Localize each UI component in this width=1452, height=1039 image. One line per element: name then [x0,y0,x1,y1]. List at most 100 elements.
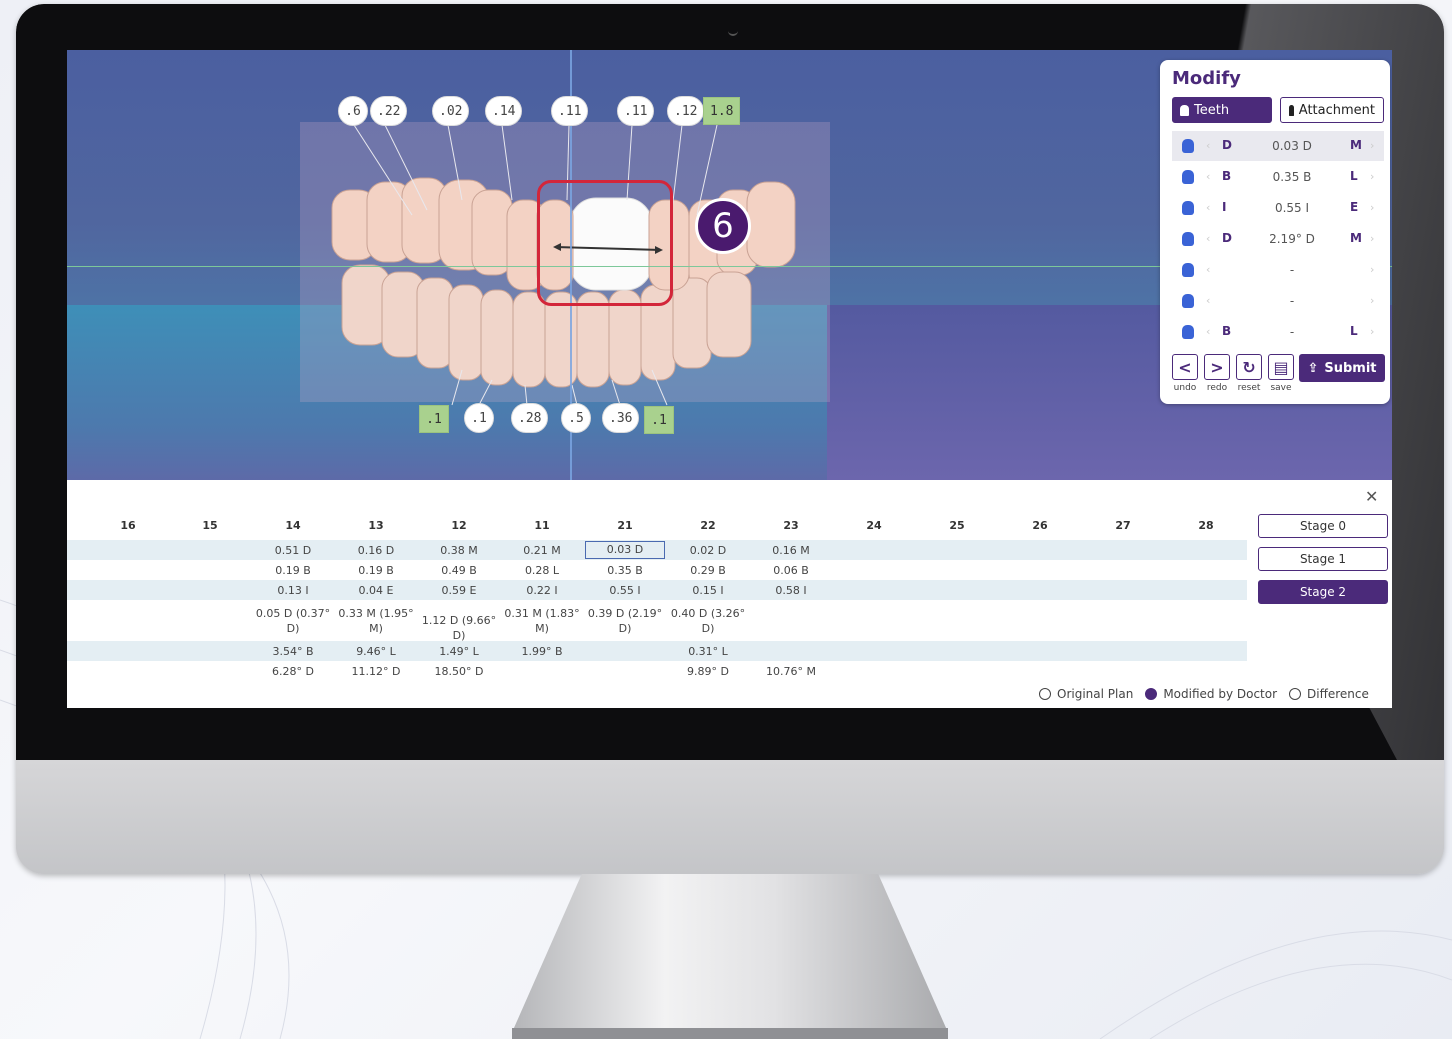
increase-arrow-icon[interactable]: › [1370,325,1374,338]
table-cell[interactable]: 0.40 D (3.26° D) [667,606,749,636]
decrease-arrow-icon[interactable]: ‹ [1206,201,1210,214]
measure-chip[interactable]: .22 [370,96,408,126]
measure-chip[interactable]: .14 [485,96,523,126]
table-cell[interactable]: 0.22 I [501,583,583,598]
table-cell[interactable]: 3.54° B [252,644,334,659]
decrease-arrow-icon[interactable]: ‹ [1206,263,1210,276]
increase-arrow-icon[interactable]: › [1370,232,1374,245]
tab-teeth[interactable]: Teeth [1172,97,1272,123]
measure-chip[interactable]: .36 [602,403,640,433]
table-cell[interactable]: 11.12° D [335,664,417,679]
dental-3d-viewport[interactable]: .6 .22 .02 .14 .11 .11 .12 1.8 .1 .1 .28… [67,50,1392,480]
table-header: 16 15 14 13 12 11 21 22 23 24 25 26 27 2… [67,516,1247,538]
stage-1-button[interactable]: Stage 1 [1258,547,1388,571]
radio-label: Modified by Doctor [1163,687,1278,701]
submit-button[interactable]: ⇪ Submit [1299,354,1385,382]
table-cell[interactable]: 0.13 I [252,583,334,598]
table-cell[interactable]: 10.76° M [750,664,832,679]
measure-chip[interactable]: .12 [667,96,705,126]
increase-arrow-icon[interactable]: › [1370,201,1374,214]
table-cell[interactable]: 1.99° B [501,644,583,659]
increase-arrow-icon[interactable]: › [1370,170,1374,183]
measure-chip[interactable]: .11 [617,96,655,126]
table-cell[interactable]: 0.21 M [501,543,583,558]
close-icon[interactable]: ✕ [1365,487,1378,506]
table-cell[interactable]: 0.06 B [750,563,832,578]
modify-row-mesiodistal[interactable]: ‹ D 0.03 D M › [1172,131,1384,161]
modify-row-intrusion[interactable]: ‹ I 0.55 I E › [1172,193,1384,223]
table-cell[interactable]: 0.58 I [750,583,832,598]
table-cell[interactable]: 0.29 B [667,563,749,578]
modify-row-torque[interactable]: ‹ - › [1172,286,1384,316]
increase-arrow-icon[interactable]: › [1370,294,1374,307]
measure-chip-highlighted[interactable]: .1 [644,406,674,434]
row-value: 0.03 D [1272,139,1312,153]
table-cell[interactable]: 1.12 D (9.66° D) [414,613,504,643]
undo-button[interactable]: < [1172,354,1198,380]
table-cell[interactable]: 6.28° D [252,664,334,679]
column-header: 28 [1198,519,1214,532]
column-header: 11 [534,519,550,532]
table-cell[interactable]: 9.46° L [335,644,417,659]
measure-chip[interactable]: .6 [338,96,368,126]
radio-modified-by-doctor[interactable]: Modified by Doctor [1145,687,1277,701]
measure-chip[interactable]: .28 [511,403,549,433]
tab-attachment[interactable]: Attachment [1280,97,1384,123]
monitor-chin [16,760,1444,874]
stage-0-button[interactable]: Stage 0 [1258,514,1388,538]
decrease-arrow-icon[interactable]: ‹ [1206,325,1210,338]
app-screen: .6 .22 .02 .14 .11 .11 .12 1.8 .1 .1 .28… [67,50,1392,708]
decrease-arrow-icon[interactable]: ‹ [1206,170,1210,183]
redo-label: redo [1206,383,1228,393]
table-cell[interactable]: 0.15 I [667,583,749,598]
measure-chip-highlighted[interactable]: 1.8 [703,97,741,125]
table-cell[interactable]: 0.16 D [335,543,417,558]
table-cell[interactable]: 0.02 D [667,543,749,558]
table-cell[interactable]: 1.49° L [418,644,500,659]
table-cell[interactable]: 0.51 D [252,543,334,558]
measure-chip[interactable]: .02 [432,96,470,126]
table-cell-selected[interactable]: 0.03 D [585,541,665,559]
table-cell[interactable]: 0.35 B [584,563,666,578]
modify-row-rotation[interactable]: ‹ D 2.19° D M › [1172,224,1384,254]
selected-tooth-highlight [537,180,673,306]
modify-row-root[interactable]: ‹ B - L › [1172,317,1384,347]
table-cell[interactable]: 0.16 M [750,543,832,558]
table-cell[interactable]: 9.89° D [667,664,749,679]
table-cell[interactable]: 0.31 M (1.83° M) [501,606,583,636]
radio-difference[interactable]: Difference [1289,687,1369,701]
radio-original-plan[interactable]: Original Plan [1039,687,1133,701]
table-row: 0.19 B 0.19 B 0.49 B 0.28 L 0.35 B 0.29 … [67,560,1247,580]
table-cell[interactable]: 0.19 B [335,563,417,578]
table-cell[interactable]: 0.59 E [418,583,500,598]
row-left-label: B [1222,169,1232,183]
stage-2-button[interactable]: Stage 2 [1258,580,1388,604]
table-cell[interactable]: 0.38 M [418,543,500,558]
table-cell[interactable]: 0.39 D (2.19° D) [584,606,666,636]
table-cell[interactable]: 18.50° D [418,664,500,679]
table-cell[interactable]: 0.55 I [584,583,666,598]
modify-row-tip[interactable]: ‹ - › [1172,255,1384,285]
increase-arrow-icon[interactable]: › [1370,263,1374,276]
measure-chip[interactable]: .1 [464,403,494,433]
table-cell[interactable]: 0.19 B [252,563,334,578]
decrease-arrow-icon[interactable]: ‹ [1206,294,1210,307]
measure-chip-highlighted[interactable]: .1 [419,405,449,433]
decrease-arrow-icon[interactable]: ‹ [1206,232,1210,245]
row-right-label: E [1350,200,1359,214]
save-button[interactable]: ▤ [1268,354,1294,380]
decrease-arrow-icon[interactable]: ‹ [1206,139,1210,152]
redo-button[interactable]: > [1204,354,1230,380]
modify-row-buccolingual[interactable]: ‹ B 0.35 B L › [1172,162,1384,192]
table-cell[interactable]: 0.49 B [418,563,500,578]
reset-button[interactable]: ↻ [1236,354,1262,380]
table-cell[interactable]: 0.05 D (0.37° D) [252,606,334,636]
measure-chip[interactable]: .11 [551,96,589,126]
table-cell[interactable]: 0.31° L [667,644,749,659]
table-cell[interactable]: 0.04 E [335,583,417,598]
increase-arrow-icon[interactable]: › [1370,139,1374,152]
table-cell[interactable]: 0.28 L [501,563,583,578]
measure-chip[interactable]: .5 [561,403,591,433]
attachment-icon [1289,104,1294,116]
table-cell[interactable]: 0.33 M (1.95° M) [335,606,417,636]
